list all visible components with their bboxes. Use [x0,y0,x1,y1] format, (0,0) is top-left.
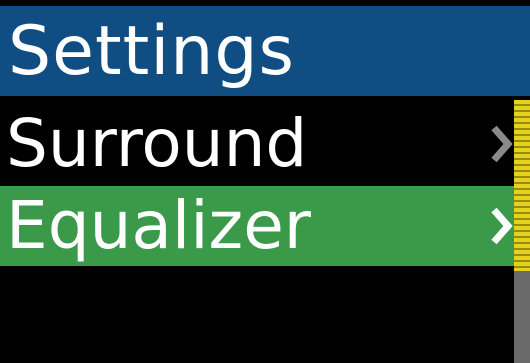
menu-item-label: Equalizer [6,187,311,264]
scrollbar[interactable] [514,100,530,363]
chevron-right-icon [490,124,514,164]
device-screen: Settings Surround Equalizer [0,0,530,363]
title-bar: Settings [0,6,530,96]
page-title: Settings [8,12,295,91]
scrollbar-thumb[interactable] [514,100,530,271]
menu-item-equalizer[interactable]: Equalizer [0,186,514,266]
menu-item-surround[interactable]: Surround [0,104,514,184]
menu-item-label: Surround [6,105,308,182]
chevron-right-icon [490,206,514,246]
